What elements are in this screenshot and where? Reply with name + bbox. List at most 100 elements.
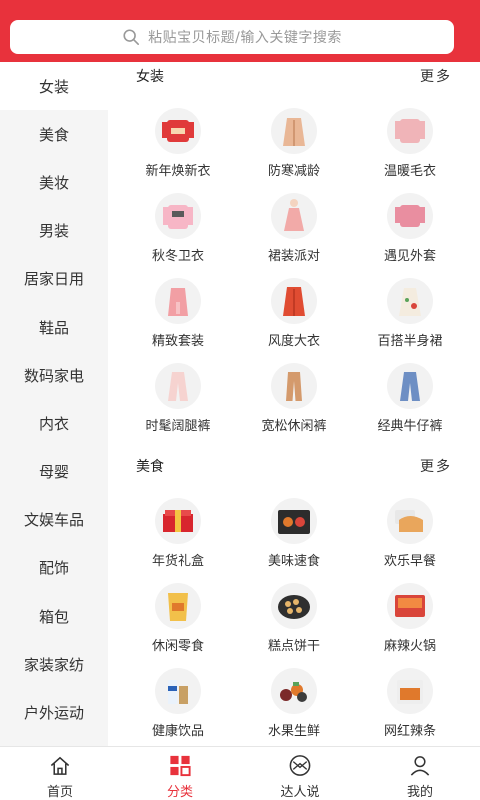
sidebar-item[interactable]: 内衣: [0, 399, 108, 447]
category-tile[interactable]: 美味速食: [236, 496, 352, 581]
category-tile[interactable]: 风度大衣: [236, 276, 352, 361]
category-tile-label: 新年焕新衣: [145, 164, 211, 179]
sidebar-item-label: 女装: [38, 77, 69, 96]
hotpot-icon: [387, 583, 433, 629]
category-tile-label: 水果生鲜: [267, 724, 320, 739]
home-icon: [50, 756, 70, 775]
sidebar-item[interactable]: 鞋品: [0, 303, 108, 351]
category-tile-label: 年货礼盒: [151, 554, 204, 569]
tab-label: 分类: [166, 785, 193, 800]
category-tile[interactable]: 麻辣火锅: [352, 581, 468, 666]
category-tile-label: 时髦阔腿裤: [145, 419, 211, 434]
category-tile[interactable]: 糕点饼干: [236, 581, 352, 666]
category-tile[interactable]: 宽松休闲裤: [236, 361, 352, 446]
tab-label: 达人说: [280, 785, 320, 800]
instant-food-icon: [271, 498, 317, 544]
more-link[interactable]: 更多: [420, 66, 452, 86]
tab-profile[interactable]: 我的: [360, 747, 480, 800]
bottom-tab-bar: 首页 分类 达人说 我的: [0, 746, 480, 800]
category-tile[interactable]: 新年焕新衣: [120, 106, 236, 191]
sidebar-item-label: 户外运动: [23, 704, 84, 723]
talent-icon: [289, 755, 311, 776]
sidebar-item[interactable]: 数码家电: [0, 351, 108, 399]
tab-home[interactable]: 首页: [0, 747, 120, 800]
sidebar-item[interactable]: 文娱车品: [0, 496, 108, 544]
sidebar-item[interactable]: 配饰: [0, 544, 108, 592]
sidebar-item[interactable]: 母婴: [0, 448, 108, 496]
category-tile-label: 防寒减龄: [267, 164, 320, 179]
floral-skirt-icon: [387, 278, 433, 324]
category-tile[interactable]: 精致套装: [120, 276, 236, 361]
category-sidebar: 女装美食美妆男装居家日用鞋品数码家电内衣 母婴文娱车品配饰箱包家装家纺户外运动: [0, 62, 108, 746]
category-tile-label: 百搭半身裙: [377, 334, 443, 349]
category-tile-label: 经典牛仔裤: [377, 419, 443, 434]
category-tile[interactable]: 欢乐早餐: [352, 496, 468, 581]
category-tile[interactable]: 遇见外套: [352, 191, 468, 276]
tab-category[interactable]: 分类: [120, 747, 240, 800]
category-tile[interactable]: 年货礼盒: [120, 496, 236, 581]
section-title: 女装: [136, 69, 164, 85]
category-tile-label: 欢乐早餐: [383, 554, 436, 569]
app-root: 粘贴宝贝标题/输入关键字搜索 女装美食美妆男装居家日用鞋品数码家电内衣 母婴文娱车…: [0, 0, 480, 800]
section-header-women: 女装 更多: [136, 62, 452, 90]
section-header-food: 美食 更多: [136, 452, 452, 480]
sidebar-item[interactable]: 户外运动: [0, 688, 108, 736]
sidebar-item-label: 居家日用: [23, 270, 84, 289]
category-tile-label: 糕点饼干: [267, 639, 320, 654]
category-tile-label: 温暖毛衣: [383, 164, 436, 179]
category-tile[interactable]: 防寒减龄: [236, 106, 352, 191]
category-content: 女装 更多 新年焕新衣 防寒减龄 温暖毛衣秋冬卫衣 裙装派对 遇见外套精致套装 风度大衣 百…: [108, 62, 480, 746]
category-tile[interactable]: 秋冬卫衣: [120, 191, 236, 276]
drinks-icon: [155, 668, 201, 714]
sidebar-item-label: 男装: [38, 222, 69, 241]
red-sweater-icon: [155, 108, 201, 154]
category-tile-label: 健康饮品: [151, 724, 204, 739]
category-tile[interactable]: 百搭半身裙: [352, 276, 468, 361]
category-tile[interactable]: 健康饮品: [120, 666, 236, 746]
tab-label: 我的: [406, 785, 433, 800]
search-input[interactable]: 粘贴宝贝标题/输入关键字搜索: [10, 20, 454, 54]
cookies-icon: [271, 583, 317, 629]
pink-suit-icon: [155, 278, 201, 324]
more-link[interactable]: 更多: [420, 456, 452, 476]
profile-icon: [410, 756, 430, 776]
category-tile-label: 麻辣火锅: [383, 639, 436, 654]
wide-pants-icon: [155, 363, 201, 409]
category-tile[interactable]: 网红辣条: [352, 666, 468, 746]
casual-pants-icon: [271, 363, 317, 409]
gift-box-icon: [155, 498, 201, 544]
sidebar-item[interactable]: 女装: [0, 62, 108, 111]
sidebar-item-label: 美食: [38, 125, 69, 144]
category-tile-label: 风度大衣: [267, 334, 320, 349]
pink-sweater-icon: [387, 108, 433, 154]
red-overcoat-icon: [271, 278, 317, 324]
sidebar-item[interactable]: 箱包: [0, 592, 108, 640]
tab-talent[interactable]: 达人说: [240, 747, 360, 800]
search-placeholder: 粘贴宝贝标题/输入关键字搜索: [148, 30, 342, 46]
pink-hoodie-icon: [155, 193, 201, 239]
category-tile-label: 美味速食: [267, 554, 320, 569]
sidebar-item-label: 箱包: [38, 607, 69, 626]
category-tile[interactable]: 温暖毛衣: [352, 106, 468, 191]
category-tile[interactable]: 水果生鲜: [236, 666, 352, 746]
sidebar-item-label: 鞋品: [38, 318, 69, 337]
category-tile-label: 网红辣条: [383, 724, 436, 739]
sidebar-item[interactable]: 家装家纺: [0, 640, 108, 688]
sidebar-item-label: 文娱车品: [23, 511, 84, 530]
spicy-strips-icon: [387, 668, 433, 714]
category-tile[interactable]: 经典牛仔裤: [352, 361, 468, 446]
category-tile[interactable]: 时髦阔腿裤: [120, 361, 236, 446]
sidebar-item[interactable]: 居家日用: [0, 255, 108, 303]
sidebar-item[interactable]: 男装: [0, 207, 108, 255]
sidebar-item-label: 数码家电: [23, 366, 84, 385]
header-bar: 粘贴宝贝标题/输入关键字搜索: [0, 0, 480, 62]
category-tile-label: 宽松休闲裤: [261, 419, 327, 434]
pink-jacket-icon: [387, 193, 433, 239]
sidebar-item-label: 配饰: [38, 559, 69, 578]
category-tile[interactable]: 休闲零食: [120, 581, 236, 666]
beige-coat-icon: [271, 108, 317, 154]
sidebar-item[interactable]: 美妆: [0, 158, 108, 206]
snack-bag-icon: [155, 583, 201, 629]
sidebar-item[interactable]: 美食: [0, 110, 108, 158]
category-tile[interactable]: 裙装派对: [236, 191, 352, 276]
